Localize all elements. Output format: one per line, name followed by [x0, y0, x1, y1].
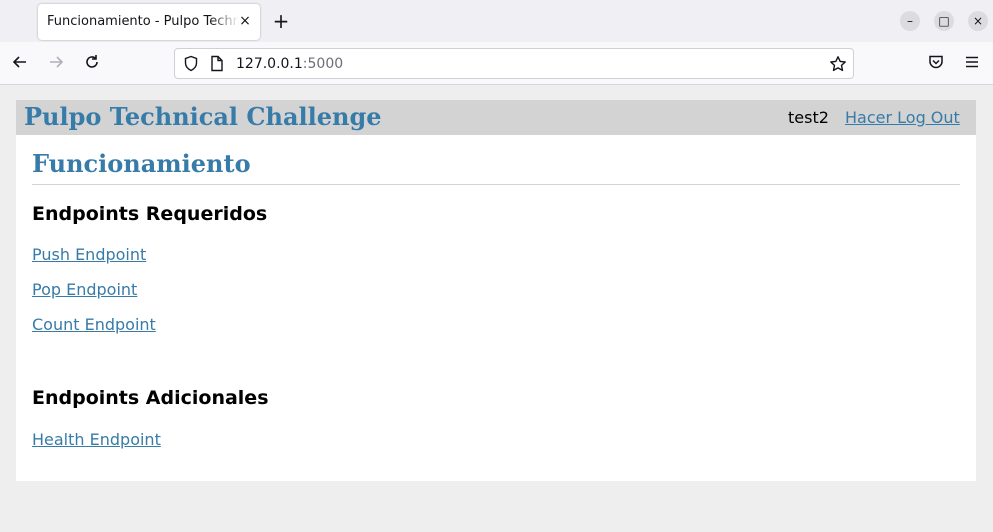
- url-bar[interactable]: 127.0.0.1:5000: [174, 48, 854, 79]
- shield-icon[interactable]: [183, 55, 199, 76]
- tab-close-icon[interactable]: ×: [237, 13, 253, 29]
- logout-link[interactable]: Hacer Log Out: [845, 108, 960, 127]
- health-endpoint-link[interactable]: Health Endpoint: [32, 430, 161, 449]
- close-window-button[interactable]: ×: [968, 11, 988, 31]
- star-icon[interactable]: [829, 55, 847, 77]
- page-title: Funcionamiento: [32, 149, 251, 178]
- main-content: Funcionamiento Endpoints Requeridos Push…: [16, 135, 976, 481]
- hamburger-menu-icon[interactable]: [962, 53, 982, 73]
- browser-tab-bar: Funcionamiento - Pulpo Technical Challen…: [0, 0, 993, 42]
- site-title: Pulpo Technical Challenge: [24, 102, 382, 131]
- url-text[interactable]: 127.0.0.1:5000: [236, 56, 343, 72]
- push-endpoint-link[interactable]: Push Endpoint: [32, 245, 146, 264]
- section-heading-additional: Endpoints Adicionales: [32, 387, 269, 409]
- site-header: Pulpo Technical Challenge test2 Hacer Lo…: [16, 100, 976, 135]
- page-icon: [210, 55, 224, 76]
- minimize-button[interactable]: –: [900, 11, 920, 31]
- tab-title: Funcionamiento - Pulpo Technical Challen…: [47, 14, 239, 29]
- forward-icon[interactable]: [46, 53, 66, 73]
- url-host: 127.0.0.1: [236, 56, 303, 72]
- browser-tab[interactable]: Funcionamiento - Pulpo Technical Challen…: [38, 4, 260, 40]
- username-label: test2: [788, 108, 829, 127]
- maximize-button[interactable]: □: [934, 11, 954, 31]
- section-heading-required: Endpoints Requeridos: [32, 203, 268, 225]
- title-divider: [32, 184, 960, 185]
- browser-nav-bar: 127.0.0.1:5000: [0, 42, 993, 85]
- new-tab-button[interactable]: +: [271, 11, 291, 31]
- reload-icon[interactable]: [82, 53, 102, 73]
- back-icon[interactable]: [10, 53, 30, 73]
- pocket-icon[interactable]: [926, 53, 946, 73]
- count-endpoint-link[interactable]: Count Endpoint: [32, 315, 156, 334]
- pop-endpoint-link[interactable]: Pop Endpoint: [32, 280, 137, 299]
- url-port: :5000: [302, 56, 344, 72]
